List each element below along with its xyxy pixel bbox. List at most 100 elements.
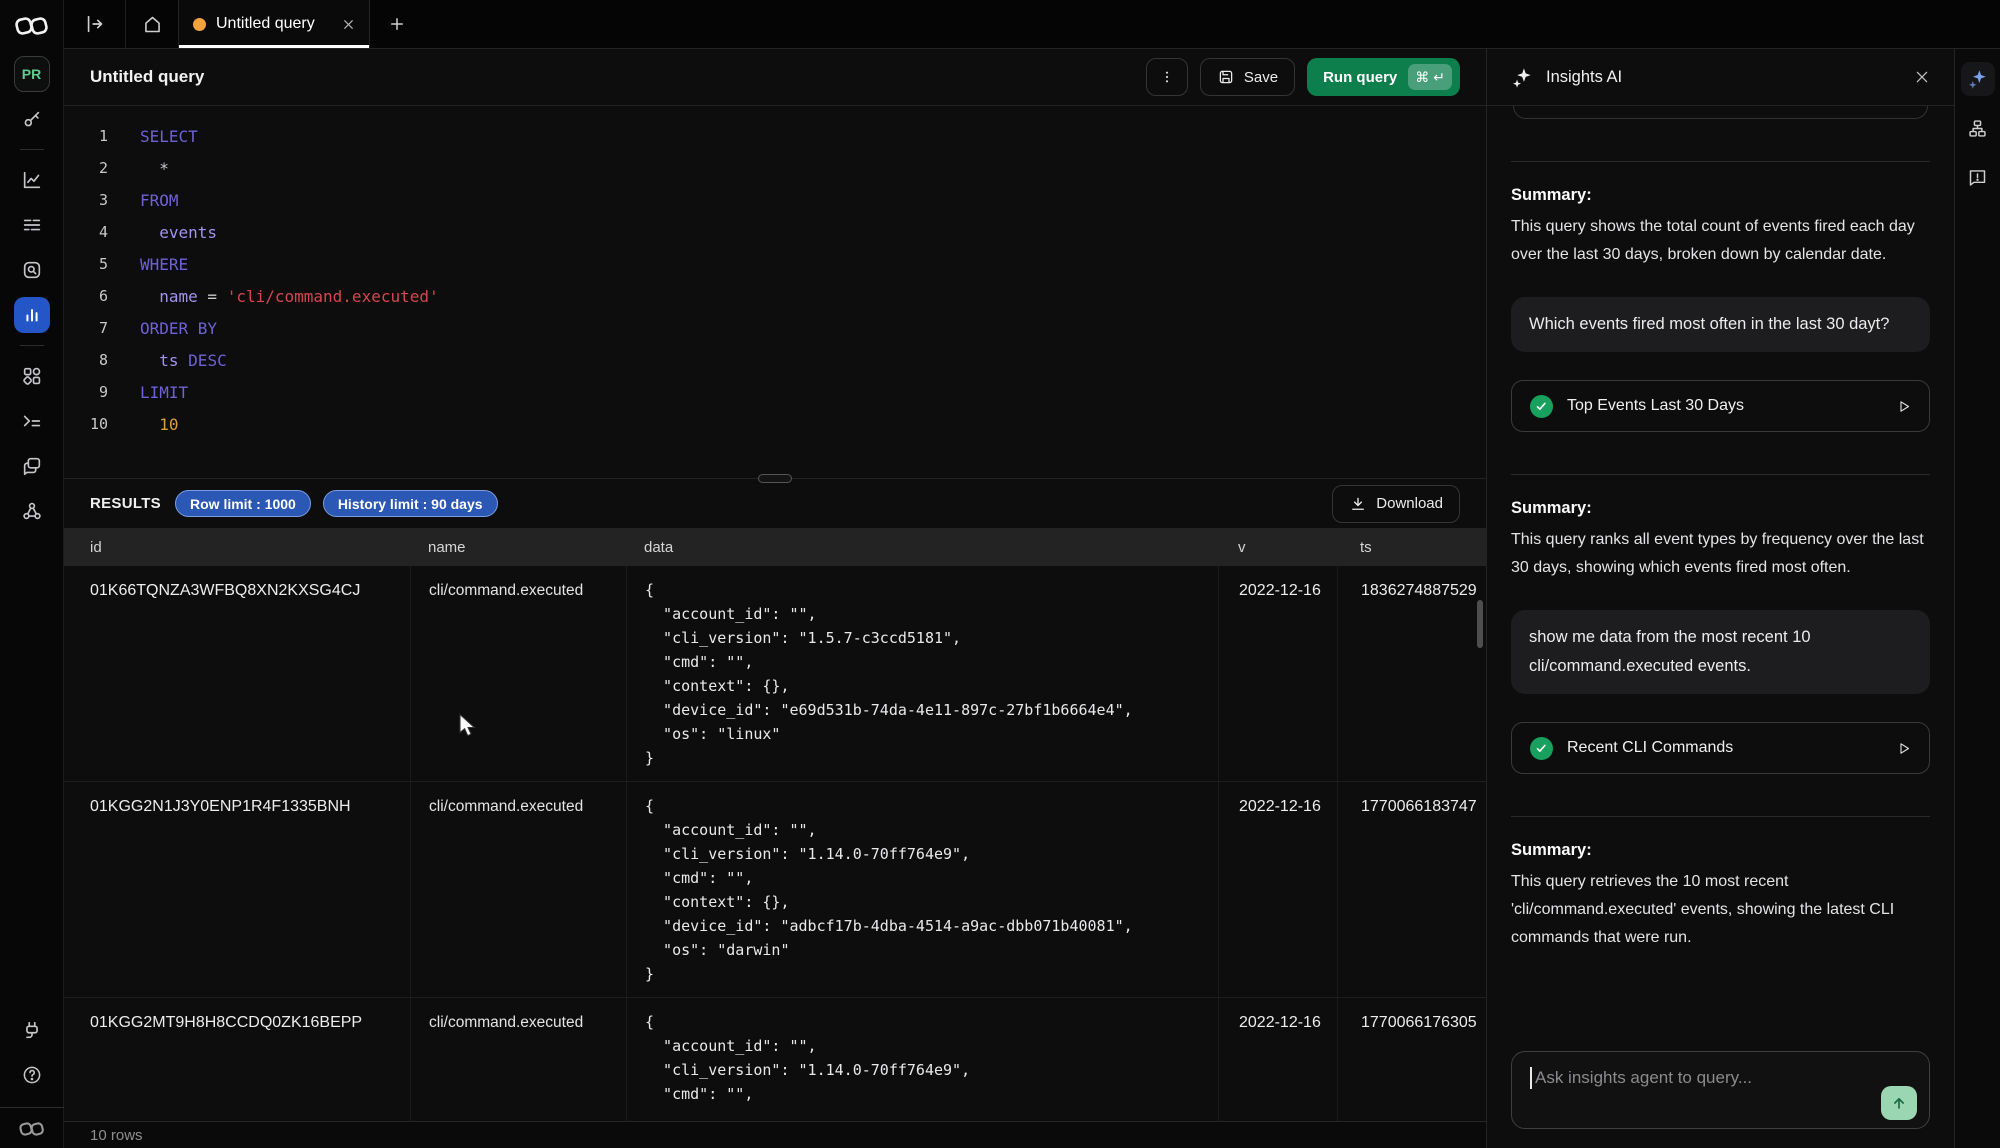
query-icon[interactable] xyxy=(14,297,50,333)
cell-name: cli/command.executed xyxy=(410,998,626,1121)
insights-ai-icon[interactable] xyxy=(1961,62,1995,96)
app-logo-small-icon xyxy=(17,1120,47,1138)
more-options-button[interactable] xyxy=(1146,58,1188,96)
summary-text: This query retrieves the 10 most recent … xyxy=(1511,868,1930,952)
run-query-button[interactable]: Run query ⌘↵ xyxy=(1307,58,1460,96)
summary-heading: Summary: xyxy=(1511,186,1930,205)
summary-heading: Summary: xyxy=(1511,841,1930,860)
home-icon[interactable] xyxy=(126,0,178,48)
play-icon[interactable] xyxy=(1896,741,1911,756)
scrolled-card-remnant xyxy=(1513,106,1928,119)
download-icon xyxy=(1349,495,1367,513)
code-text: name = 'cli/command.executed' xyxy=(140,287,439,306)
cell-data: { "account_id": "", "cli_version": "1.5.… xyxy=(626,566,1218,781)
card-label: Recent CLI Commands xyxy=(1567,739,1733,757)
cell-name: cli/command.executed xyxy=(410,566,626,781)
check-icon xyxy=(1530,395,1553,418)
cell-data: { "account_id": "", "cli_version": "1.14… xyxy=(626,782,1218,997)
left-sidebar: PR xyxy=(0,0,64,1148)
explore-icon[interactable] xyxy=(14,252,50,288)
sql-editor[interactable]: 1 SELECT 2 * 3 FROM 4 events 5 WHERE 6 name = 'c… xyxy=(64,106,1486,478)
user-avatar[interactable]: PR xyxy=(14,56,50,92)
code-line: 8 ts DESC xyxy=(64,344,1486,376)
code-line: 7ORDER BY xyxy=(64,312,1486,344)
insights-body: Summary:This query shows the total count… xyxy=(1487,106,1954,1148)
cell-name: cli/command.executed xyxy=(410,782,626,997)
table-row[interactable]: 01KGG2N1J3Y0ENP1R4F1335BNHcli/command.ex… xyxy=(64,782,1486,998)
code-line: 5 WHERE xyxy=(64,248,1486,280)
tab-title: Untitled query xyxy=(216,15,315,33)
save-button[interactable]: Save xyxy=(1200,58,1295,96)
insights-panel: Insights AI Summary:This query shows the… xyxy=(1486,49,1954,1148)
code-text: * xyxy=(140,159,169,178)
dashboards-icon[interactable] xyxy=(14,358,50,394)
user-question-bubble: Which events fired most often in the las… xyxy=(1511,297,1930,352)
send-button[interactable] xyxy=(1881,1086,1917,1120)
card-label: Top Events Last 30 Days xyxy=(1567,397,1744,415)
cli-icon[interactable] xyxy=(14,403,50,439)
integrations-icon[interactable] xyxy=(14,1012,50,1048)
unsaved-dot-icon xyxy=(193,18,206,31)
code-text: 10 xyxy=(140,415,179,434)
table-row[interactable]: 01K66TQNZA3WFBQ8XN2KXSG4CJcli/command.ex… xyxy=(64,566,1486,782)
line-number: 3 xyxy=(64,191,108,209)
new-tab-icon[interactable] xyxy=(370,0,424,48)
download-button[interactable]: Download xyxy=(1332,485,1460,523)
input-placeholder: Ask insights agent to query... xyxy=(1535,1068,1752,1087)
api-key-icon[interactable] xyxy=(14,101,50,137)
play-icon[interactable] xyxy=(1896,399,1911,414)
section-divider xyxy=(1511,816,1930,817)
limit-badge[interactable]: History limit : 90 days xyxy=(323,490,498,517)
saved-query-card[interactable]: Recent CLI Commands xyxy=(1511,722,1930,774)
sidebar-divider xyxy=(0,1107,64,1108)
text-caret xyxy=(1530,1067,1532,1089)
help-icon[interactable] xyxy=(14,1057,50,1093)
column-header-data[interactable]: data xyxy=(626,539,1218,556)
code-text: SELECT xyxy=(140,127,198,146)
stream-icon[interactable] xyxy=(14,207,50,243)
cell-v: 2022-12-16 xyxy=(1218,782,1337,997)
tab-untitled-query[interactable]: Untitled query xyxy=(178,0,370,48)
column-header-name[interactable]: name xyxy=(410,539,626,556)
schema-tree-icon[interactable] xyxy=(1961,111,1995,145)
code-line: 1 SELECT xyxy=(64,120,1486,152)
saved-query-card[interactable]: Top Events Last 30 Days xyxy=(1511,380,1930,432)
results-toolbar: RESULTS Row limit : 1000History limit : … xyxy=(64,478,1486,528)
table-scrollbar-thumb[interactable] xyxy=(1477,600,1483,648)
tab-close-icon[interactable] xyxy=(342,18,355,31)
code-text: ts DESC xyxy=(140,351,227,370)
line-number: 6 xyxy=(64,287,108,305)
code-line: 2 * xyxy=(64,152,1486,184)
feedback-icon[interactable] xyxy=(1961,160,1995,194)
code-text: FROM xyxy=(140,191,179,210)
user-question-bubble: show me data from the most recent 10 cli… xyxy=(1511,610,1930,694)
column-header-id[interactable]: id xyxy=(64,539,410,556)
flows-icon[interactable] xyxy=(14,493,50,529)
code-text: WHERE xyxy=(140,255,188,274)
cell-ts: 1770066176305 xyxy=(1337,998,1486,1121)
line-number: 5 xyxy=(64,255,108,273)
cell-ts: 1770066183747 xyxy=(1337,782,1486,997)
line-number: 1 xyxy=(64,127,108,145)
app-logo-icon[interactable] xyxy=(13,14,51,38)
column-header-v[interactable]: v xyxy=(1218,539,1337,556)
insights-input[interactable]: Ask insights agent to query... xyxy=(1511,1051,1930,1129)
line-number: 4 xyxy=(64,223,108,241)
code-text: LIMIT xyxy=(140,383,188,402)
insights-header: Insights AI xyxy=(1487,49,1954,106)
column-header-ts[interactable]: ts xyxy=(1337,539,1486,556)
limit-badge[interactable]: Row limit : 1000 xyxy=(175,490,311,517)
code-line: 9LIMIT xyxy=(64,376,1486,408)
panel-resize-handle[interactable] xyxy=(758,474,792,483)
chat-icon[interactable] xyxy=(14,448,50,484)
line-chart-icon[interactable] xyxy=(14,162,50,198)
cell-v: 2022-12-16 xyxy=(1218,566,1337,781)
section-divider xyxy=(1511,161,1930,162)
sparkles-icon xyxy=(1511,66,1534,89)
results-status-bar: 10 rows xyxy=(64,1121,1486,1148)
table-row[interactable]: 01KGG2MT9H8H8CCDQ0ZK16BEPPcli/command.ex… xyxy=(64,998,1486,1121)
save-icon xyxy=(1217,68,1235,86)
code-text: events xyxy=(140,223,217,242)
insights-close-icon[interactable] xyxy=(1914,69,1930,85)
sidebar-expand-icon[interactable] xyxy=(64,0,126,48)
